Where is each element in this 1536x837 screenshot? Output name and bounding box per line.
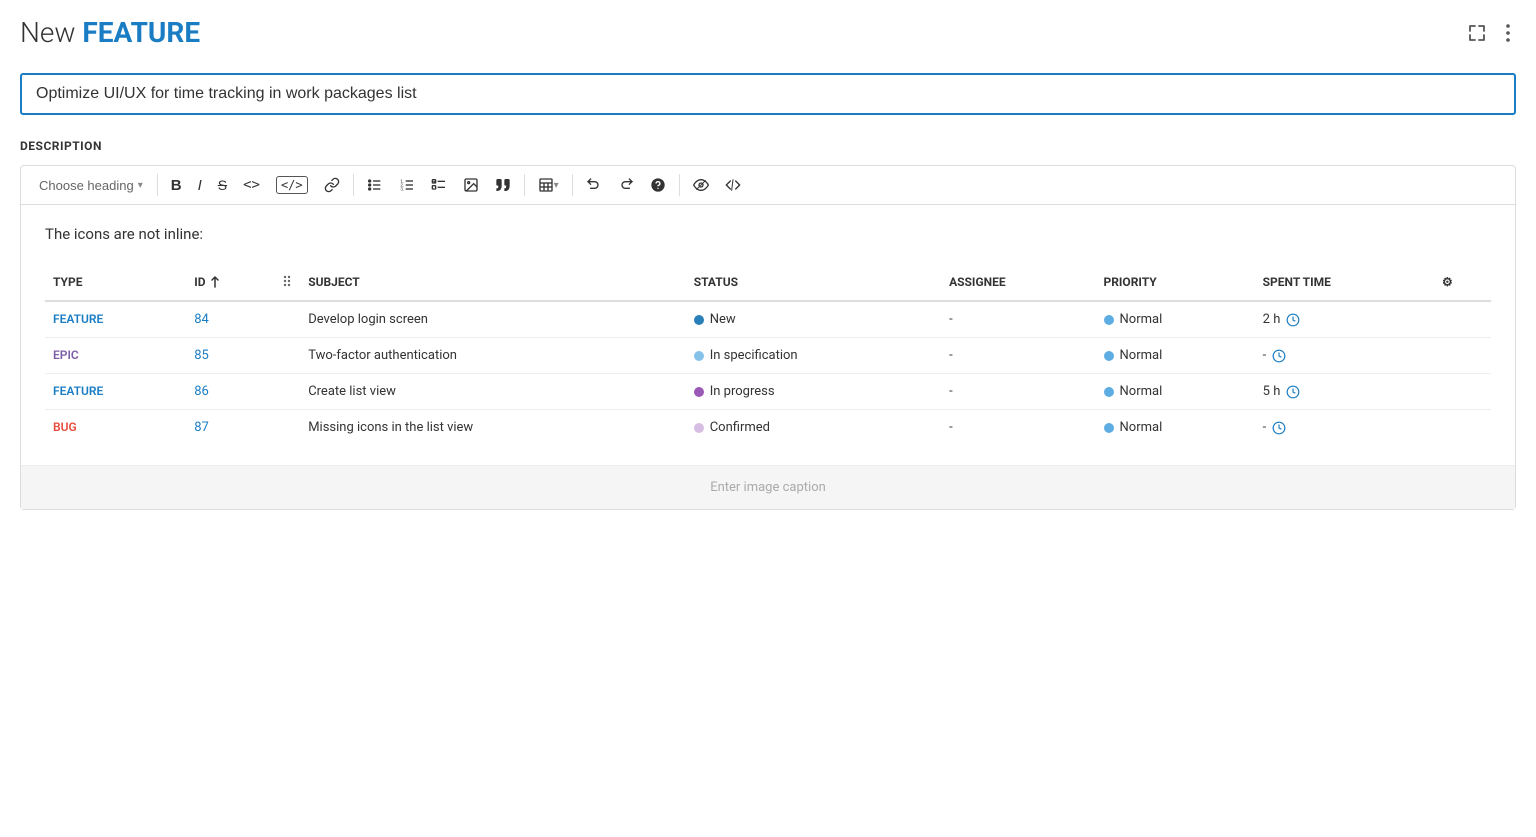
col-id: ID bbox=[186, 263, 274, 301]
clock-icon bbox=[1286, 313, 1300, 327]
source-button[interactable] bbox=[718, 173, 748, 197]
editor-intro-text: The icons are not inline: bbox=[45, 225, 1491, 243]
cell-status: New bbox=[686, 301, 941, 338]
cell-type[interactable]: FEATURE bbox=[45, 374, 186, 410]
redo-button[interactable] bbox=[611, 173, 641, 197]
cell-spent-time: - bbox=[1255, 410, 1434, 446]
cell-actions bbox=[1434, 301, 1491, 338]
svg-text:3.: 3. bbox=[400, 186, 404, 191]
italic-button[interactable]: I bbox=[191, 173, 209, 198]
toolbar-separator-4 bbox=[572, 174, 573, 196]
cell-assignee: - bbox=[941, 338, 1095, 374]
cell-spent-time: 2 h bbox=[1255, 301, 1434, 338]
sort-id-icon[interactable] bbox=[210, 275, 220, 289]
ordered-list-button[interactable]: 1.2.3. bbox=[392, 173, 422, 197]
cell-drag bbox=[274, 410, 300, 446]
toolbar-separator-2 bbox=[353, 174, 354, 196]
clock-icon bbox=[1286, 385, 1300, 399]
toolbar-separator-3 bbox=[524, 174, 525, 196]
cell-priority: Normal bbox=[1096, 301, 1255, 338]
toolbar-separator-5 bbox=[679, 174, 680, 196]
clock-icon bbox=[1272, 421, 1286, 435]
editor-toolbar: Choose heading ▾ B I S <> </> bbox=[21, 166, 1515, 205]
cell-status: Confirmed bbox=[686, 410, 941, 446]
bold-button[interactable]: B bbox=[164, 173, 189, 198]
inline-code-button[interactable]: <> bbox=[236, 173, 267, 197]
cell-drag bbox=[274, 374, 300, 410]
more-options-button[interactable] bbox=[1500, 20, 1516, 46]
expand-button[interactable] bbox=[1462, 20, 1492, 46]
chevron-down-icon: ▾ bbox=[138, 180, 143, 191]
cell-type[interactable]: EPIC bbox=[45, 338, 186, 374]
cell-actions bbox=[1434, 410, 1491, 446]
cell-id[interactable]: 84 bbox=[186, 301, 274, 338]
cell-id[interactable]: 87 bbox=[186, 410, 274, 446]
col-subject: SUBJECT bbox=[300, 263, 686, 301]
col-status: STATUS bbox=[686, 263, 941, 301]
cell-assignee: - bbox=[941, 410, 1095, 446]
cell-type[interactable]: BUG bbox=[45, 410, 186, 446]
cell-type[interactable]: FEATURE bbox=[45, 301, 186, 338]
cell-priority: Normal bbox=[1096, 338, 1255, 374]
editor-content: The icons are not inline: TYPE ID bbox=[21, 205, 1515, 465]
link-button[interactable] bbox=[317, 173, 347, 197]
cell-assignee: - bbox=[941, 301, 1095, 338]
heading-select[interactable]: Choose heading ▾ bbox=[31, 174, 151, 197]
image-button[interactable] bbox=[456, 173, 486, 197]
table-chevron-icon: ▾ bbox=[554, 180, 559, 191]
col-settings[interactable]: ⚙ bbox=[1434, 263, 1491, 301]
col-spent-time: SPENT TIME bbox=[1255, 263, 1434, 301]
cell-subject: Create list view bbox=[300, 374, 686, 410]
toolbar-separator-1 bbox=[157, 174, 158, 196]
col-priority: PRIORITY bbox=[1096, 263, 1255, 301]
preview-button[interactable] bbox=[686, 173, 716, 197]
cell-drag bbox=[274, 338, 300, 374]
cell-subject: Missing icons in the list view bbox=[300, 410, 686, 446]
work-packages-table: TYPE ID bbox=[45, 263, 1491, 445]
editor-container: Choose heading ▾ B I S <> </> bbox=[20, 165, 1516, 510]
blockquote-button[interactable] bbox=[488, 173, 518, 197]
cell-drag bbox=[274, 301, 300, 338]
cell-id[interactable]: 86 bbox=[186, 374, 274, 410]
undo-button[interactable] bbox=[579, 173, 609, 197]
table-row: FEATURE 86 Create list view In progress … bbox=[45, 374, 1491, 410]
cell-subject: Two-factor authentication bbox=[300, 338, 686, 374]
cell-assignee: - bbox=[941, 374, 1095, 410]
description-label: DESCRIPTION bbox=[20, 139, 1516, 153]
strikethrough-button[interactable]: S bbox=[211, 173, 234, 197]
help-button[interactable] bbox=[643, 173, 673, 197]
cell-spent-time: 5 h bbox=[1255, 374, 1434, 410]
cell-subject: Develop login screen bbox=[300, 301, 686, 338]
drag-icon bbox=[282, 273, 292, 287]
table-row: FEATURE 84 Develop login screen New - No… bbox=[45, 301, 1491, 338]
table-row: BUG 87 Missing icons in the list view Co… bbox=[45, 410, 1491, 446]
cell-id[interactable]: 85 bbox=[186, 338, 274, 374]
cell-status: In specification bbox=[686, 338, 941, 374]
clock-icon bbox=[1272, 349, 1286, 363]
title-input[interactable]: Optimize UI/UX for time tracking in work… bbox=[20, 73, 1516, 115]
bullet-list-button[interactable] bbox=[360, 173, 390, 197]
code-block-button[interactable]: </> bbox=[269, 172, 315, 198]
image-caption[interactable]: Enter image caption bbox=[21, 465, 1515, 509]
cell-actions bbox=[1434, 338, 1491, 374]
col-drag bbox=[274, 263, 300, 301]
cell-actions bbox=[1434, 374, 1491, 410]
table-button[interactable]: ▾ bbox=[531, 173, 566, 197]
table-row: EPIC 85 Two-factor authentication In spe… bbox=[45, 338, 1491, 374]
page-title: New FEATURE bbox=[20, 16, 200, 49]
cell-status: In progress bbox=[686, 374, 941, 410]
cell-priority: Normal bbox=[1096, 374, 1255, 410]
task-list-button[interactable] bbox=[424, 173, 454, 197]
cell-priority: Normal bbox=[1096, 410, 1255, 446]
col-type: TYPE bbox=[45, 263, 186, 301]
col-assignee: ASSIGNEE bbox=[941, 263, 1095, 301]
cell-spent-time: - bbox=[1255, 338, 1434, 374]
